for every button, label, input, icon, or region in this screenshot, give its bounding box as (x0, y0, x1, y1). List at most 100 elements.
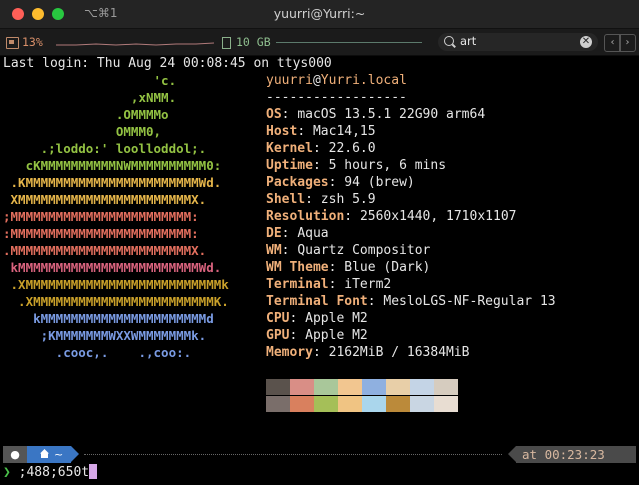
last-login-line: Last login: Thu Aug 24 00:08:45 on ttys0… (3, 56, 332, 71)
info-value: MesloLGS-NF-Regular 13 (383, 294, 556, 309)
color-swatch (410, 379, 434, 395)
color-swatch (314, 379, 338, 395)
hostname: Yurri.local (320, 73, 407, 88)
color-swatch (434, 379, 458, 395)
command-input[interactable]: ;488;650t (19, 465, 89, 480)
memory-usage: 10 GB (236, 35, 271, 49)
info-row: Memory: 2162MiB / 16384MiB (266, 345, 470, 360)
prompt-char: ❯ (3, 465, 11, 480)
info-value: macOS 13.5.1 22G90 arm64 (297, 107, 486, 122)
info-value: Quartz Compositor (297, 243, 431, 258)
info-row: Kernel: 22.6.0 (266, 141, 376, 156)
logo-line: ,xNMM. (3, 90, 177, 105)
directory-segment: ~ (27, 446, 71, 463)
apple-icon: ● (3, 446, 27, 463)
info-value: Blue (Dark) (344, 260, 431, 275)
color-swatch (386, 379, 410, 395)
logo-line: .KMMMMMMMMMMMMMMMMMMMMMMMWd. (3, 175, 222, 190)
logo-line: cKMMMMMMMMMMNWMMMMMMMMMM0: (3, 158, 222, 173)
info-key: OS (266, 107, 282, 122)
info-row: Shell: zsh 5.9 (266, 192, 376, 207)
info-row: DE: Aqua (266, 226, 329, 241)
logo-line: .XMMMMMMMMMMMMMMMMMMMMMMMMK. (3, 294, 229, 309)
user-host-line: yuurri@Yurri.local (266, 72, 407, 89)
info-key: Uptime (266, 158, 313, 173)
info-row: Resolution: 2560x1440, 1710x1107 (266, 209, 517, 224)
home-icon (40, 449, 49, 458)
prompt-bar: ● ~ at 00:23:23 (0, 446, 639, 463)
memory-graph (276, 42, 422, 43)
color-swatch (338, 396, 362, 412)
info-value: iTerm2 (344, 277, 392, 292)
color-swatch (362, 379, 386, 395)
at-sign: @ (312, 73, 321, 88)
color-swatch (266, 379, 290, 395)
logo-line: 'c. (3, 73, 177, 88)
search-input[interactable]: art (460, 34, 476, 48)
color-swatch (314, 396, 338, 412)
info-value: Mac14,15 (312, 124, 376, 139)
color-swatch (410, 396, 434, 412)
info-value: 2162MiB / 16384MiB (328, 345, 470, 360)
command-line[interactable]: ❯ ;488;650t (3, 464, 98, 481)
logo-line: XMMMMMMMMMMMMMMMMMMMMMMMX. (3, 192, 207, 207)
info-key: CPU (266, 311, 290, 326)
info-key: Terminal Font (266, 294, 368, 309)
info-value: Aqua (297, 226, 329, 241)
color-swatch (386, 396, 410, 412)
info-key: WM Theme (266, 260, 329, 275)
color-swatch (266, 396, 290, 412)
info-key: DE (266, 226, 282, 241)
separator-line: ------------------ (266, 89, 407, 106)
status-bar: 13% 10 GB art ✕ ‹ › (0, 29, 639, 56)
info-value: 2560x1440, 1710x1107 (359, 209, 517, 224)
info-value: zsh 5.9 (320, 192, 376, 207)
info-row: Host: Mac14,15 (266, 124, 376, 139)
logo-line: .cooc,. .,coo:. (3, 345, 192, 360)
info-key: Shell (266, 192, 306, 207)
search-icon (444, 36, 454, 46)
info-key: Packages (266, 175, 329, 190)
info-row: Packages: 94 (brew) (266, 175, 415, 190)
segment-arrow (71, 446, 79, 462)
logo-line: .XMMMMMMMMMMMMMMMMMMMMMMMMMMk (3, 277, 229, 292)
username: yuurri (266, 73, 313, 88)
info-value: 22.6.0 (328, 141, 376, 156)
logo-line: .;loddo:' loolloddol;. (3, 141, 207, 156)
info-key: Resolution (266, 209, 345, 224)
clear-search-icon[interactable]: ✕ (580, 36, 592, 48)
info-key: Kernel (266, 141, 313, 156)
logo-line: OMMM0, (3, 124, 162, 139)
info-key: Terminal (266, 277, 329, 292)
logo-line: ;MMMMMMMMMMMMMMMMMMMMMMMM: (3, 209, 199, 224)
logo-line: :MMMMMMMMMMMMMMMMMMMMMMMM: (3, 226, 199, 241)
info-key: Host (266, 124, 298, 139)
prompt-filler (84, 454, 502, 455)
cpu-icon (6, 37, 19, 49)
color-swatch (338, 379, 362, 395)
info-row: WM: Quartz Compositor (266, 243, 431, 258)
current-directory: ~ (54, 448, 64, 461)
info-row: OS: macOS 13.5.1 22G90 arm64 (266, 107, 486, 122)
info-row: CPU: Apple M2 (266, 311, 368, 326)
info-key: WM (266, 243, 282, 258)
logo-line: .MMMMMMMMMMMMMMMMMMMMMMMMX. (3, 243, 207, 258)
color-swatch (362, 396, 386, 412)
cpu-sparkline (56, 42, 214, 46)
info-key: GPU (266, 328, 290, 343)
info-value: 5 hours, 6 mins (328, 158, 447, 173)
logo-line: kMMMMMMMMMMMMMMMMMMMMMMMMWd. (3, 260, 222, 275)
info-row: Terminal Font: MesloLGS-NF-Regular 13 (266, 294, 556, 309)
text-cursor (89, 464, 98, 479)
info-key: Memory (266, 345, 313, 360)
logo-line: kMMMMMMMMMMMMMMMMMMMMMMd (3, 311, 214, 326)
time-segment-arrow (508, 446, 516, 462)
info-value: Apple M2 (305, 311, 368, 326)
next-match-button[interactable]: › (619, 34, 636, 52)
separator-text: ------------------ (266, 90, 407, 105)
info-row: Uptime: 5 hours, 6 mins (266, 158, 447, 173)
search-field[interactable]: art ✕ (438, 33, 598, 51)
color-swatch (290, 396, 314, 412)
cpu-usage: 13% (22, 35, 43, 49)
color-swatch (434, 396, 458, 412)
